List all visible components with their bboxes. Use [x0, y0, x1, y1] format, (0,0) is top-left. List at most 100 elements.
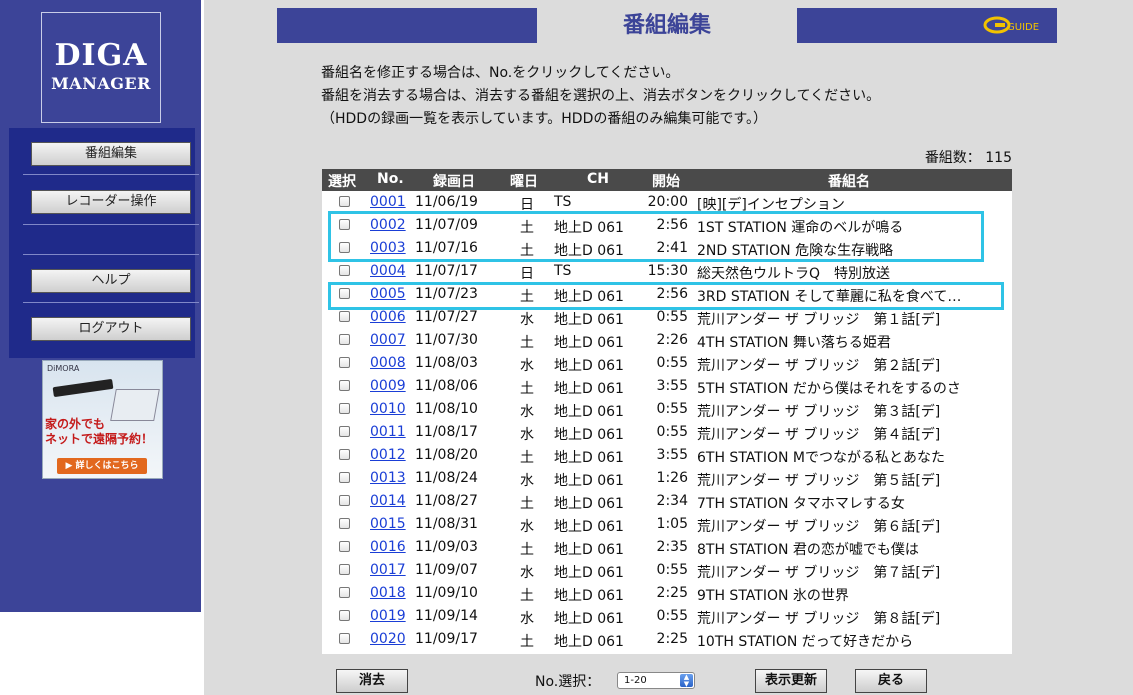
row-checkbox[interactable] [339, 449, 350, 460]
program-no-link[interactable]: 0005 [370, 286, 406, 302]
day-of-week: 日 [520, 266, 534, 282]
back-button[interactable]: 戻る [855, 669, 927, 693]
start-time: 2:56 [656, 217, 688, 233]
record-date: 11/06/19 [415, 194, 478, 210]
program-no-link[interactable]: 0016 [370, 539, 406, 555]
program-no-link[interactable]: 0007 [370, 332, 406, 348]
program-no-link[interactable]: 0015 [370, 516, 406, 532]
program-title: 荒川アンダー ザ ブリッジ 第５話[デ] [697, 473, 941, 489]
row-checkbox[interactable] [339, 472, 350, 483]
row-checkbox[interactable] [339, 426, 350, 437]
record-date: 11/09/14 [415, 608, 478, 624]
sidebar: DIGA MANAGER 番組編集 レコーダー操作 ヘルプ ログアウト DiMO… [0, 0, 201, 612]
table-row: 0010 11/08/10 水 地上D 061 0:55 荒川アンダー ザ ブリッジ 第３… [322, 398, 1012, 421]
row-checkbox[interactable] [339, 495, 350, 506]
menu-program-edit-button[interactable]: 番組編集 [31, 142, 191, 166]
row-checkbox[interactable] [339, 334, 350, 345]
day-of-week: 土 [520, 335, 534, 351]
channel: 地上D 061 [554, 450, 624, 466]
ad-details-link[interactable]: ▶ 詳しくはこちら [57, 458, 147, 474]
record-date: 11/08/10 [415, 401, 478, 417]
channel: 地上D 061 [554, 588, 624, 604]
day-of-week: 土 [520, 220, 534, 236]
delete-button[interactable]: 消去 [336, 669, 408, 693]
channel: 地上D 061 [554, 565, 624, 581]
channel: 地上D 061 [554, 519, 624, 535]
row-checkbox[interactable] [339, 564, 350, 575]
row-checkbox[interactable] [339, 587, 350, 598]
program-no-link[interactable]: 0011 [370, 424, 406, 440]
channel: 地上D 061 [554, 473, 624, 489]
header-no: No. [377, 171, 404, 187]
row-checkbox[interactable] [339, 610, 350, 621]
channel: 地上D 061 [554, 335, 624, 351]
program-count-value: 115 [985, 150, 1012, 166]
header-title: 番組名 [828, 174, 870, 190]
table-row: 0018 11/09/10 土 地上D 061 2:25 9TH STATION 氷の世界 [322, 582, 1012, 605]
row-checkbox[interactable] [339, 633, 350, 644]
page-range-value: 1-20 [624, 675, 647, 686]
program-no-link[interactable]: 0018 [370, 585, 406, 601]
header-bar-left [277, 8, 537, 43]
table-row: 0017 11/09/07 水 地上D 061 0:55 荒川アンダー ザ ブリッジ 第７… [322, 559, 1012, 582]
header-date: 録画日 [433, 174, 475, 190]
channel: 地上D 061 [554, 542, 624, 558]
table-row: 0004 11/07/17 日 TS 15:30 総天然色ウルトラQ 特別放送 [322, 260, 1012, 283]
channel: 地上D 061 [554, 496, 624, 512]
table-row: 0020 11/09/17 土 地上D 061 2:25 10TH STATION だって… [322, 628, 1012, 651]
row-checkbox[interactable] [339, 288, 350, 299]
program-no-link[interactable]: 0002 [370, 217, 406, 233]
menu-logout-button[interactable]: ログアウト [31, 317, 191, 341]
row-checkbox[interactable] [339, 242, 350, 253]
row-checkbox[interactable] [339, 380, 350, 391]
program-no-link[interactable]: 0009 [370, 378, 406, 394]
program-no-link[interactable]: 0006 [370, 309, 406, 325]
row-checkbox[interactable] [339, 311, 350, 322]
program-no-link[interactable]: 0004 [370, 263, 406, 279]
row-checkbox[interactable] [339, 196, 350, 207]
row-checkbox[interactable] [339, 541, 350, 552]
row-checkbox[interactable] [339, 403, 350, 414]
instructions: 番組名を修正する場合は、No.をクリックしてください。 番組を消去する場合は、消… [321, 62, 1081, 131]
header-start: 開始 [652, 174, 680, 190]
start-time: 2:34 [656, 493, 688, 509]
day-of-week: 土 [520, 588, 534, 604]
program-no-link[interactable]: 0001 [370, 194, 406, 210]
channel: 地上D 061 [554, 427, 624, 443]
program-no-link[interactable]: 0008 [370, 355, 406, 371]
start-time: 15:30 [647, 263, 688, 279]
refresh-button[interactable]: 表示更新 [755, 669, 827, 693]
day-of-week: 水 [520, 427, 534, 443]
dimora-ad-banner[interactable]: DiMORA 家の外でも ネットで遠隔予約！ ▶ 詳しくはこちら [42, 360, 163, 479]
record-date: 11/07/17 [415, 263, 478, 279]
table-row: 0005 11/07/23 土 地上D 061 2:56 3RD STATION そして華… [322, 283, 1012, 306]
program-no-link[interactable]: 0010 [370, 401, 406, 417]
channel: 地上D 061 [554, 312, 624, 328]
program-title: 8TH STATION 君の恋が嘘でも僕は [697, 542, 919, 558]
start-time: 0:55 [656, 562, 688, 578]
recorder-icon [52, 378, 114, 398]
program-title: [映][デ]インセプション [697, 197, 845, 213]
program-no-link[interactable]: 0013 [370, 470, 406, 486]
menu-divider [23, 302, 199, 303]
table-row: 0003 11/07/16 土 地上D 061 2:41 2ND STATION 危険な生… [322, 237, 1012, 260]
program-no-link[interactable]: 0017 [370, 562, 406, 578]
row-checkbox[interactable] [339, 518, 350, 529]
page-range-select[interactable]: 1-20 ▲ ▼ [617, 672, 695, 689]
page-title: 番組編集 [622, 13, 711, 38]
row-checkbox[interactable] [339, 265, 350, 276]
logo-line2: MANAGER [51, 74, 151, 93]
program-no-link[interactable]: 0019 [370, 608, 406, 624]
channel: 地上D 061 [554, 220, 624, 236]
program-no-link[interactable]: 0020 [370, 631, 406, 647]
header-select: 選択 [328, 174, 356, 190]
row-checkbox[interactable] [339, 219, 350, 230]
menu-recorder-control-button[interactable]: レコーダー操作 [31, 190, 191, 214]
program-no-link[interactable]: 0014 [370, 493, 406, 509]
program-no-link[interactable]: 0003 [370, 240, 406, 256]
menu-help-button[interactable]: ヘルプ [31, 269, 191, 293]
row-checkbox[interactable] [339, 357, 350, 368]
table-row: 0012 11/08/20 土 地上D 061 3:55 6TH STATION Mでつな… [322, 444, 1012, 467]
program-no-link[interactable]: 0012 [370, 447, 406, 463]
program-title: 7TH STATION タマホマレする女 [697, 496, 905, 512]
